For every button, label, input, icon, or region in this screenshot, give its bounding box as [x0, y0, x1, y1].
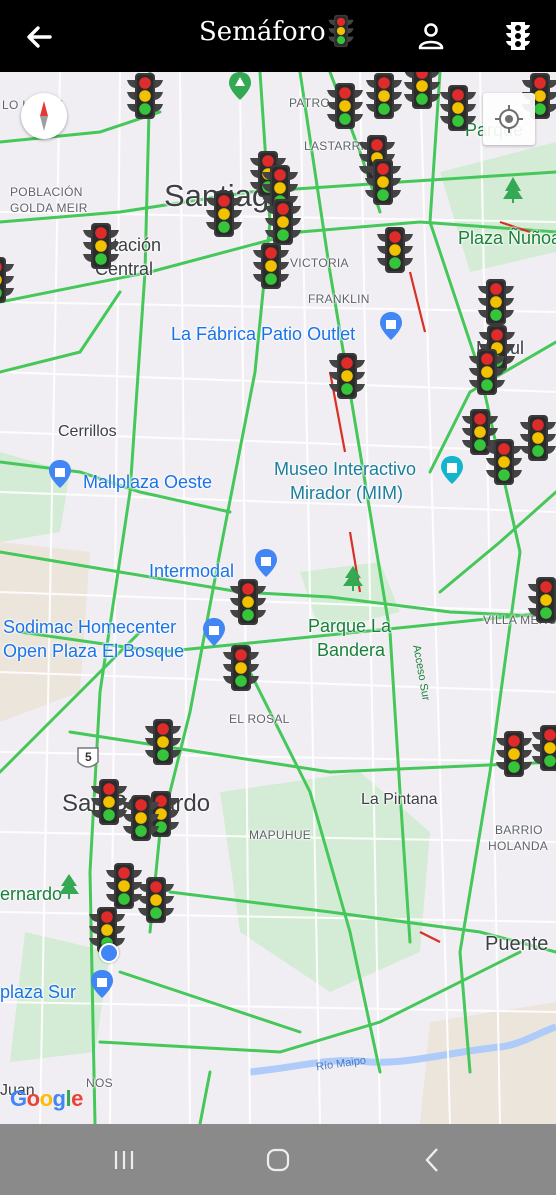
traffic-light-marker[interactable]: [263, 198, 303, 246]
traffic-light-icon: [327, 14, 355, 48]
google-logo: Google: [10, 1086, 83, 1111]
map-label-parque-bandera-1: Parque La: [308, 616, 392, 636]
traffic-light-marker[interactable]: [221, 644, 261, 692]
park-icon: [503, 177, 523, 203]
map-label-museo-2: Mirador (MIM): [290, 483, 403, 503]
shopping-bag-icon: [255, 549, 277, 577]
map-label-nos: NOS: [86, 1076, 113, 1090]
traffic-light-marker[interactable]: [476, 278, 516, 326]
back-chevron-icon[interactable]: [415, 1142, 451, 1178]
map-label-sodimac-2: Open Plaza El Bosque: [3, 641, 185, 661]
park-pin-icon: [229, 72, 251, 100]
map-label-mallplaza-oeste: Mallplaza Oeste: [83, 472, 213, 492]
traffic-light-marker[interactable]: [136, 876, 176, 924]
traffic-light-marker[interactable]: [121, 794, 161, 842]
map-label-barrio-1: BARRIO: [495, 823, 543, 837]
traffic-light-icon[interactable]: [503, 20, 533, 52]
map-label-museo-1: Museo Interactivo: [274, 459, 417, 479]
route-5-shield: 5: [85, 750, 92, 764]
map-label-poblacion: POBLACIÓN: [10, 185, 83, 199]
traffic-light-marker[interactable]: [81, 222, 121, 270]
person-icon[interactable]: [416, 21, 446, 51]
traffic-light-marker[interactable]: [402, 72, 442, 110]
map-label-patro: PATRO: [289, 96, 331, 110]
traffic-light-marker[interactable]: [530, 724, 556, 772]
map-label-la-fabrica: La Fábrica Patio Outlet: [171, 324, 356, 344]
home-circle-icon[interactable]: [260, 1142, 296, 1178]
traffic-light-marker[interactable]: [364, 72, 404, 120]
app-bar: Semáforo: [0, 0, 556, 72]
traffic-light-marker[interactable]: [438, 84, 478, 132]
compass-button[interactable]: [21, 93, 67, 139]
compass-icon: [40, 101, 48, 131]
map-label-golda-meir: GOLDA MEIR: [10, 201, 88, 215]
traffic-light-marker[interactable]: [375, 226, 415, 274]
map-label-puente: Puente: [485, 933, 549, 955]
current-location-dot: [99, 943, 119, 963]
traffic-light-marker[interactable]: [228, 578, 268, 626]
map-label-franklin: FRANKLIN: [308, 292, 370, 306]
shopping-bag-icon: [49, 460, 71, 488]
museum-pin-icon: [441, 456, 463, 484]
map-label-la-pintana: La Pintana: [361, 791, 438, 808]
traffic-light-marker[interactable]: [143, 718, 183, 766]
app-title: Semáforo: [199, 17, 326, 47]
arrow-back-icon[interactable]: [22, 20, 56, 54]
traffic-light-marker[interactable]: [467, 348, 507, 396]
map-label-mapuhue: MAPUHUE: [249, 828, 312, 842]
traffic-light-marker[interactable]: [125, 72, 165, 120]
park-icon: [343, 566, 363, 591]
traffic-light-marker[interactable]: [363, 158, 403, 206]
map-label-el-rosal: EL ROSAL: [229, 712, 290, 726]
map-label-cerrillos: Cerrillos: [58, 423, 117, 440]
park-icon: [59, 874, 79, 899]
traffic-light-marker[interactable]: [325, 82, 365, 130]
traffic-light-marker[interactable]: [251, 242, 291, 290]
map-label-plaza-sur: plaza Sur: [0, 982, 77, 1002]
map-view[interactable]: LO LOPEZ PATRO Parque LASTARRIA POBLACIÓ…: [0, 72, 556, 1124]
traffic-light-marker[interactable]: [526, 576, 556, 624]
map-label-intermodal: Intermodal: [149, 561, 235, 581]
map-label-barrio-2: HOLANDA: [488, 839, 549, 853]
my-location-icon: [495, 105, 523, 133]
traffic-light-marker[interactable]: [204, 190, 244, 238]
traffic-light-marker[interactable]: [327, 352, 367, 400]
map-label-sodimac-1: Sodimac Homecenter: [3, 617, 177, 637]
map-label-victoria: VICTORIA: [290, 256, 349, 270]
traffic-light-marker[interactable]: [484, 438, 524, 486]
shopping-bag-icon: [91, 970, 113, 998]
my-location-button[interactable]: [483, 93, 535, 145]
system-nav-bar: [0, 1124, 556, 1195]
traffic-light-marker[interactable]: [0, 256, 16, 304]
shopping-bag-icon: [380, 312, 402, 340]
map-label-bernardo: ernardo: [0, 884, 63, 904]
traffic-light-marker[interactable]: [494, 730, 534, 778]
map-label-parque-bandera-2: Bandera: [317, 640, 386, 660]
map-label-plaza-nunoa: Plaza Ñuñoa: [458, 228, 556, 248]
recent-apps-icon[interactable]: [106, 1142, 142, 1178]
